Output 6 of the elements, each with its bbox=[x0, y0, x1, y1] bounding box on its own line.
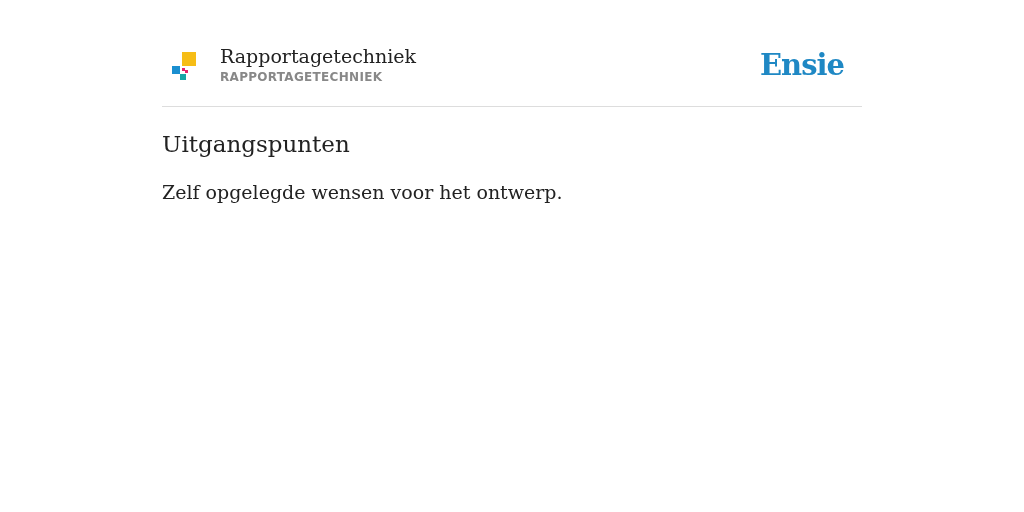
body-text: Zelf opgelegde wensen voor het ontwerp. bbox=[162, 180, 564, 206]
brand-logo[interactable]: Ensie bbox=[760, 44, 844, 88]
site-subtitle: RAPPORTAGETECHNIEK bbox=[220, 69, 384, 87]
logo-icon bbox=[172, 51, 196, 80]
section-heading: Uitgangspunten bbox=[162, 130, 351, 159]
site-title: Rapportagetechniek bbox=[220, 45, 417, 69]
